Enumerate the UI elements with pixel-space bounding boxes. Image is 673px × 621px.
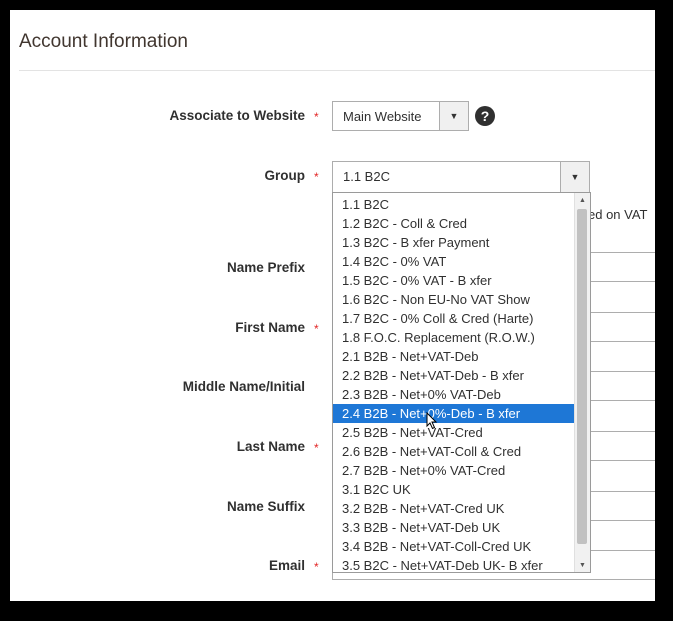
group-label: Group [264, 168, 306, 183]
group-option[interactable]: 1.5 B2C - 0% VAT - B xfer [333, 271, 574, 290]
group-option[interactable]: 3.3 B2B - Net+VAT-Deb UK [333, 518, 574, 537]
group-select[interactable]: 1.1 B2C ▼ [332, 161, 590, 193]
group-option[interactable]: 1.3 B2C - B xfer Payment [333, 233, 574, 252]
required-mark: * [314, 170, 319, 184]
scroll-down-icon[interactable]: ▼ [575, 558, 590, 572]
section-title: Account Information [19, 31, 188, 52]
middle-name-label: Middle Name/Initial [182, 379, 305, 394]
first-name-label: First Name [235, 320, 305, 335]
group-option[interactable]: 2.4 B2B - Net+0%-Deb - B xfer [333, 404, 574, 423]
group-option[interactable]: 1.2 B2C - Coll & Cred [333, 214, 574, 233]
group-option[interactable]: 2.7 B2B - Net+0% VAT-Cred [333, 461, 574, 480]
chevron-down-icon[interactable]: ▼ [560, 162, 589, 192]
group-option[interactable]: 2.6 B2B - Net+VAT-Coll & Cred [333, 442, 574, 461]
scrollbar-thumb[interactable] [577, 209, 587, 544]
group-option[interactable]: 3.2 B2B - Net+VAT-Cred UK [333, 499, 574, 518]
email-label: Email [268, 558, 305, 573]
group-option[interactable]: 1.8 F.O.C. Replacement (R.O.W.) [333, 328, 574, 347]
group-option[interactable]: 2.2 B2B - Net+VAT-Deb - B xfer [333, 366, 574, 385]
group-note-text: ed on VAT [588, 207, 648, 222]
group-select-value: 1.1 B2C [343, 169, 390, 184]
required-mark: * [314, 110, 319, 124]
account-information-panel: Account Information Associate to Website… [10, 10, 655, 601]
group-option[interactable]: 3.4 B2B - Net+VAT-Coll-Cred UK [333, 537, 574, 556]
required-mark: * [314, 560, 319, 574]
group-option[interactable]: 1.6 B2C - Non EU-No VAT Show [333, 290, 574, 309]
name-prefix-label: Name Prefix [226, 260, 305, 275]
group-option[interactable]: 1.7 B2C - 0% Coll & Cred (Harte) [333, 309, 574, 328]
group-option[interactable]: 3.5 B2C - Net+VAT-Deb UK- B xfer [333, 556, 574, 572]
group-option[interactable]: 2.3 B2B - Net+0% VAT-Deb [333, 385, 574, 404]
section-divider [19, 70, 655, 71]
website-select[interactable]: Main Website ▼ [332, 101, 469, 131]
website-select-value: Main Website [343, 109, 422, 124]
associate-website-label: Associate to Website [169, 108, 305, 123]
question-icon[interactable]: ? [475, 106, 495, 126]
required-mark: * [314, 441, 319, 455]
group-option[interactable]: 1.4 B2C - 0% VAT [333, 252, 574, 271]
group-option[interactable]: 2.5 B2B - Net+VAT-Cred [333, 423, 574, 442]
group-option[interactable]: 2.1 B2B - Net+VAT-Deb [333, 347, 574, 366]
group-option[interactable]: 1.1 B2C [333, 195, 574, 214]
dropdown-scrollbar[interactable]: ▲ ▼ [574, 193, 590, 572]
scroll-up-icon[interactable]: ▲ [575, 193, 590, 207]
group-option[interactable]: 3.1 B2C UK [333, 480, 574, 499]
group-dropdown-list[interactable]: 1.1 B2C 1.2 B2C - Coll & Cred 1.3 B2C - B … [332, 192, 591, 573]
last-name-label: Last Name [236, 439, 305, 454]
name-suffix-label: Name Suffix [226, 499, 305, 514]
pointer-cursor-icon [426, 412, 438, 430]
required-mark: * [314, 322, 319, 336]
chevron-down-icon[interactable]: ▼ [439, 102, 468, 130]
